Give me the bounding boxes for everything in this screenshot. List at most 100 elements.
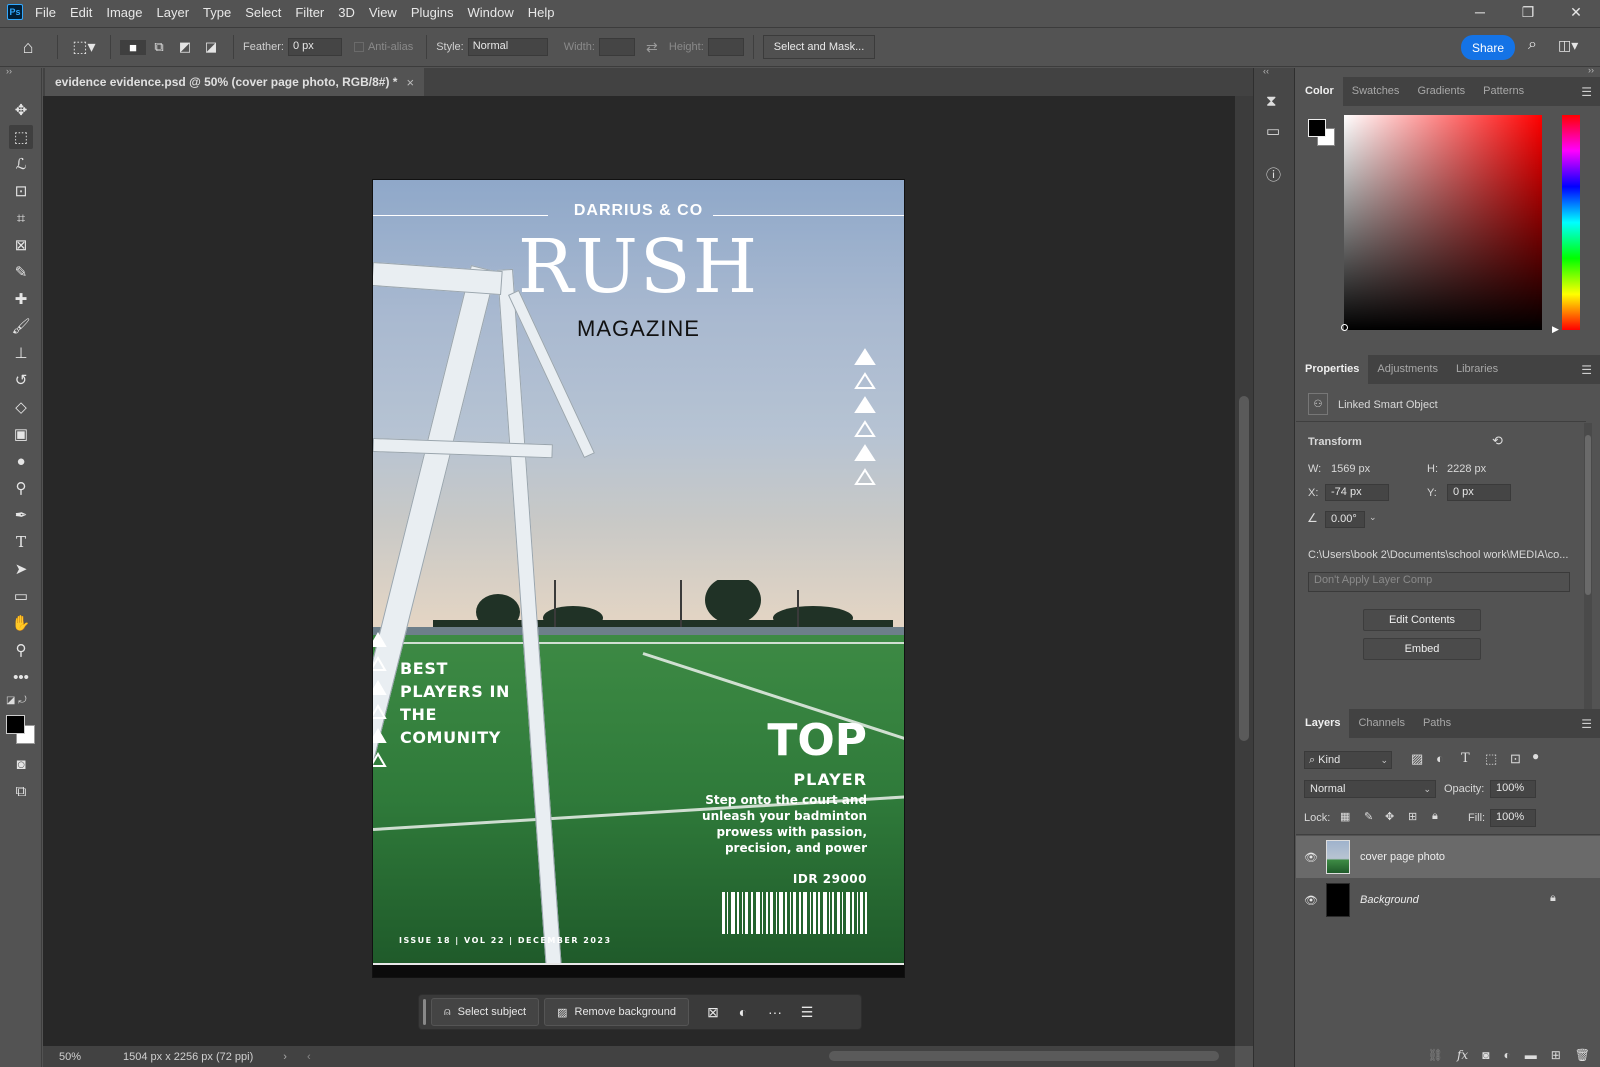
vertical-scrollbar[interactable] bbox=[1235, 96, 1253, 1046]
new-selection-icon[interactable]: ■ bbox=[120, 39, 146, 55]
filter-smart-object-icon[interactable]: ⊡ bbox=[1510, 751, 1521, 767]
restore-button[interactable]: ❐ bbox=[1504, 0, 1552, 24]
layer-name[interactable]: cover page photo bbox=[1360, 851, 1445, 863]
properties-scroll-thumb[interactable] bbox=[1585, 435, 1591, 595]
info-icon[interactable]: ⓘ bbox=[1266, 164, 1281, 185]
filter-shape-icon[interactable]: ⬚ bbox=[1485, 751, 1497, 767]
panel-menu-icon[interactable]: ☰ bbox=[1581, 717, 1592, 731]
layer-comp-select[interactable]: Don't Apply Layer Comp bbox=[1308, 572, 1570, 592]
tab-channels[interactable]: Channels bbox=[1349, 709, 1413, 738]
swap-dimensions-icon[interactable]: ⇄ bbox=[635, 39, 669, 56]
embed-button[interactable]: Embed bbox=[1363, 638, 1481, 660]
add-mask-icon[interactable]: ◙ bbox=[1482, 1048, 1489, 1062]
lock-position-icon[interactable]: ✥ bbox=[1385, 810, 1394, 823]
layer-row[interactable]: 👁︎ cover page photo bbox=[1296, 836, 1600, 878]
history-brush-tool-icon[interactable]: ↺ bbox=[9, 368, 33, 392]
tab-paths[interactable]: Paths bbox=[1414, 709, 1460, 738]
menu-3d[interactable]: 3D bbox=[338, 5, 355, 20]
menu-type[interactable]: Type bbox=[203, 5, 231, 20]
tab-patterns[interactable]: Patterns bbox=[1474, 77, 1533, 106]
clone-stamp-tool-icon[interactable]: ⊥ bbox=[9, 341, 33, 365]
blend-mode-select[interactable]: Normal ⌄ bbox=[1304, 780, 1436, 798]
panel-menu-icon[interactable]: ☰ bbox=[1581, 85, 1592, 99]
color-foreground-swatch[interactable] bbox=[1308, 119, 1326, 137]
menu-window[interactable]: Window bbox=[467, 5, 513, 20]
select-and-mask-button[interactable]: Select and Mask... bbox=[762, 35, 876, 59]
tab-gradients[interactable]: Gradients bbox=[1408, 77, 1474, 106]
chevron-right-icon[interactable]: › bbox=[283, 1051, 287, 1063]
tab-adjustments[interactable]: Adjustments bbox=[1368, 355, 1447, 384]
saturation-brightness-field[interactable] bbox=[1344, 115, 1542, 330]
marquee-tool-icon[interactable]: ⬚ bbox=[9, 125, 33, 149]
layer-row[interactable]: 👁︎ Background 🔒︎ bbox=[1296, 879, 1600, 921]
y-input[interactable]: 0 px bbox=[1447, 484, 1511, 501]
menu-file[interactable]: File bbox=[35, 5, 56, 20]
tab-layers[interactable]: Layers bbox=[1296, 709, 1350, 738]
lock-all-icon[interactable]: 🔒︎ bbox=[1432, 810, 1438, 823]
marquee-preset-icon[interactable]: ⬚▾ bbox=[67, 37, 101, 57]
eyedropper-tool-icon[interactable]: ✎ bbox=[9, 260, 33, 284]
menu-edit[interactable]: Edit bbox=[70, 5, 92, 20]
vertical-scroll-thumb[interactable] bbox=[1239, 396, 1249, 741]
visibility-eye-icon[interactable]: 👁︎ bbox=[1296, 894, 1326, 907]
color-picker-handle[interactable] bbox=[1341, 324, 1348, 331]
link-layers-icon[interactable]: ⛓︎ bbox=[1428, 1048, 1443, 1062]
intersect-selection-icon[interactable]: ◪ bbox=[198, 39, 224, 55]
tab-libraries[interactable]: Libraries bbox=[1447, 355, 1507, 384]
type-tool-icon[interactable]: T bbox=[9, 530, 33, 554]
document-tab[interactable]: evidence evidence.psd @ 50% (cover page … bbox=[45, 68, 425, 96]
home-icon[interactable]: ⌂ bbox=[8, 37, 48, 58]
menu-view[interactable]: View bbox=[369, 5, 397, 20]
filter-type-icon[interactable]: T bbox=[1461, 751, 1470, 766]
tab-color[interactable]: Color bbox=[1296, 77, 1343, 106]
new-layer-icon[interactable]: ⊞ bbox=[1551, 1048, 1561, 1062]
path-selection-tool-icon[interactable]: ➤ bbox=[9, 557, 33, 581]
quick-mask-icon[interactable]: ◙ bbox=[9, 752, 33, 776]
new-group-icon[interactable]: ▬ bbox=[1525, 1048, 1537, 1062]
fill-input[interactable]: 100% bbox=[1490, 809, 1536, 827]
object-selection-tool-icon[interactable]: ⊡ bbox=[9, 179, 33, 203]
comments-icon[interactable]: ▭ bbox=[1266, 122, 1280, 140]
width-input[interactable] bbox=[598, 38, 635, 56]
search-icon[interactable]: ⌕ bbox=[1528, 36, 1537, 54]
zoom-level[interactable]: 50% bbox=[59, 1051, 113, 1063]
antialias-checkbox[interactable] bbox=[353, 42, 364, 52]
collapse-toolbar-icon[interactable]: ›› bbox=[6, 66, 12, 76]
eraser-tool-icon[interactable]: ◇ bbox=[9, 395, 33, 419]
add-selection-icon[interactable]: ⧉ bbox=[146, 39, 172, 55]
hand-tool-icon[interactable]: ✋ bbox=[9, 611, 33, 635]
healing-brush-tool-icon[interactable]: ✚ bbox=[9, 287, 33, 311]
menu-layer[interactable]: Layer bbox=[157, 5, 190, 20]
crop-tool-icon[interactable]: ⌗ bbox=[9, 206, 33, 230]
adjustment-icon[interactable]: ◐ bbox=[729, 998, 757, 1026]
lock-image-icon[interactable]: ✎ bbox=[1364, 810, 1373, 823]
style-select[interactable]: Normal bbox=[467, 38, 548, 56]
document-info[interactable]: 1504 px x 2256 px (72 ppi) bbox=[123, 1051, 253, 1063]
more-tools-icon[interactable]: ••• bbox=[9, 665, 33, 689]
minimize-button[interactable]: ─ bbox=[1456, 0, 1504, 24]
horizontal-scroll-thumb[interactable] bbox=[829, 1051, 1219, 1061]
history-icon[interactable]: ⧗ bbox=[1266, 93, 1277, 110]
opacity-input[interactable]: 100% bbox=[1490, 780, 1536, 798]
hue-slider-handle[interactable]: ▶ bbox=[1552, 324, 1559, 335]
filter-adjustment-icon[interactable]: ◐ bbox=[1436, 751, 1444, 766]
frame-tool-icon[interactable]: ⊠ bbox=[9, 233, 33, 257]
angle-input[interactable]: 0.00° bbox=[1325, 511, 1365, 528]
panel-menu-icon[interactable]: ☰ bbox=[1581, 363, 1592, 377]
collapse-panels-icon[interactable]: ‹‹ bbox=[1263, 66, 1269, 76]
layer-style-icon[interactable]: fx bbox=[1457, 1048, 1468, 1062]
lock-transparent-icon[interactable]: ▦ bbox=[1340, 810, 1350, 823]
kind-filter-select[interactable]: ⌕ Kind ⌄ bbox=[1304, 751, 1392, 769]
expand-panels-icon[interactable]: ›› bbox=[1588, 65, 1594, 75]
zoom-tool-icon[interactable]: ⚲ bbox=[9, 638, 33, 662]
blur-tool-icon[interactable]: ● bbox=[9, 449, 33, 473]
share-button[interactable]: Share bbox=[1461, 35, 1515, 60]
transform-icon[interactable]: ⊠ bbox=[699, 998, 727, 1026]
dodge-tool-icon[interactable]: ⚲ bbox=[9, 476, 33, 500]
drag-handle[interactable] bbox=[423, 999, 426, 1025]
tab-properties[interactable]: Properties bbox=[1296, 355, 1369, 384]
visibility-eye-icon[interactable]: 👁︎ bbox=[1296, 851, 1326, 864]
filter-pixel-icon[interactable]: ▨ bbox=[1411, 751, 1423, 767]
menu-filter[interactable]: Filter bbox=[295, 5, 324, 20]
horizontal-scrollbar[interactable] bbox=[309, 1046, 1219, 1067]
